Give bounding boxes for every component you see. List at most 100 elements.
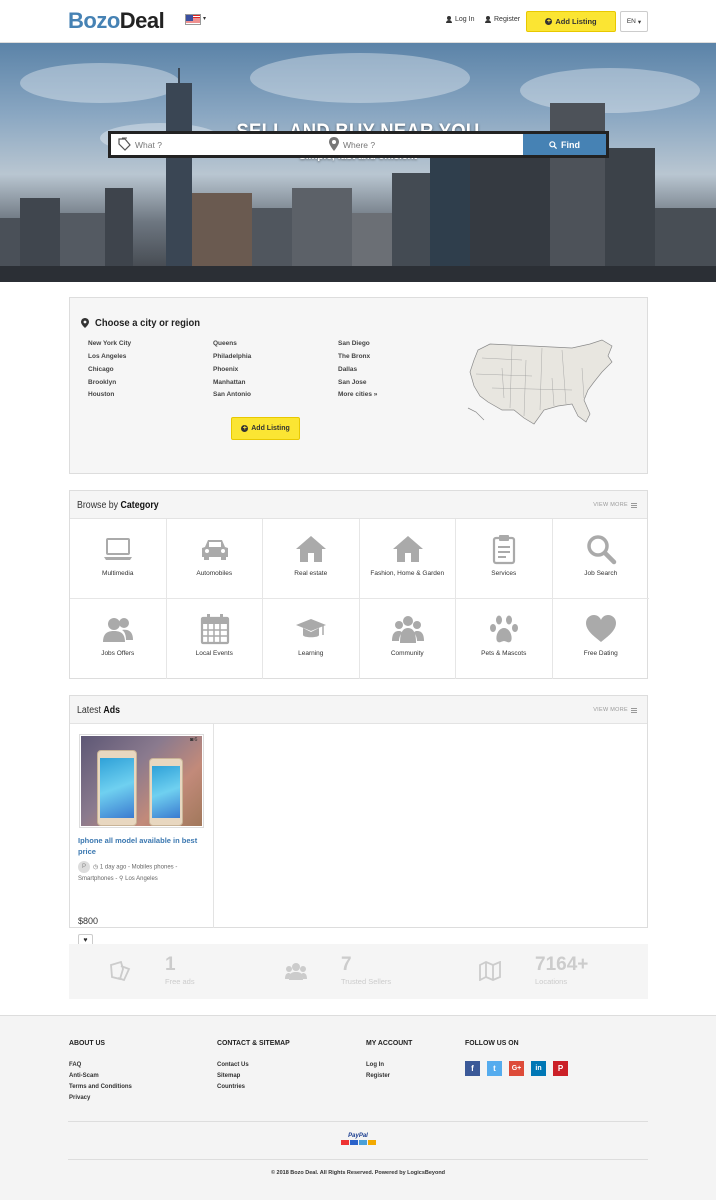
add-listing-button[interactable]: + Add Listing: [231, 417, 300, 440]
category-free-dating[interactable]: Free Dating: [553, 599, 650, 679]
ad-card[interactable]: ◙ 6 Iphone all model available in best pr…: [70, 724, 214, 946]
linkedin-icon[interactable]: in: [531, 1061, 546, 1076]
category-learning[interactable]: Learning: [263, 599, 360, 679]
latest-ads-title: Latest Ads: [77, 705, 121, 716]
where-input[interactable]: Where ?: [327, 134, 527, 155]
plus-circle-icon: +: [241, 425, 249, 432]
ad-location-link[interactable]: Los Angeles: [125, 876, 158, 882]
calendar-icon: [200, 614, 229, 645]
car-icon: [201, 540, 228, 560]
map-icon: [479, 961, 501, 981]
ad-image[interactable]: ◙ 6: [79, 734, 204, 828]
category-panel: Browse by Category VIEW MORE Multimedia …: [69, 490, 650, 679]
category-job-search[interactable]: Job Search: [552, 519, 649, 599]
what-input[interactable]: What ?: [111, 134, 319, 155]
search-icon: [586, 535, 616, 565]
city-link[interactable]: Brooklyn: [88, 379, 116, 386]
avatar[interactable]: P: [78, 861, 90, 873]
camera-icon: ◙: [190, 737, 194, 743]
city-link[interactable]: Queens: [213, 340, 237, 347]
twitter-icon[interactable]: t: [487, 1061, 502, 1076]
house-icon: [296, 536, 326, 562]
google-plus-icon[interactable]: G+: [509, 1061, 524, 1076]
paw-icon: [490, 615, 518, 643]
footer-link-terms[interactable]: Terms and Conditions: [69, 1082, 132, 1093]
ad-meta: P ◷ 1 day ago - Mobiles phones - Smartpho…: [78, 861, 208, 885]
us-flag-icon[interactable]: [185, 14, 201, 25]
category-services[interactable]: Services: [456, 519, 553, 599]
city-link[interactable]: Philadelphia: [213, 353, 251, 360]
city-link[interactable]: San Antonio: [213, 391, 251, 398]
footer-link-sitemap[interactable]: Sitemap: [217, 1071, 296, 1082]
footer-contact: CONTACT & SITEMAP Contact Us Sitemap Cou…: [217, 1038, 296, 1093]
view-more-ads-link[interactable]: VIEW MORE: [593, 707, 637, 713]
city-link[interactable]: Manhattan: [213, 379, 246, 386]
copyright-text: © 2018 Bozo Deal. All Rights Reserved. P…: [270, 1170, 446, 1176]
login-link[interactable]: Log In: [446, 16, 474, 23]
add-listing-button[interactable]: + Add Listing: [526, 11, 616, 32]
search-bar: What ? Where ? Find: [108, 131, 609, 158]
footer-link-contact-us[interactable]: Contact Us: [217, 1060, 296, 1071]
paypal-icon: PayPal: [339, 1133, 377, 1149]
footer-link-privacy[interactable]: Privacy: [69, 1093, 132, 1104]
find-button[interactable]: Find: [523, 134, 606, 155]
city-link[interactable]: San Jose: [338, 379, 367, 386]
category-community[interactable]: Community: [360, 599, 456, 679]
category-pets-mascots[interactable]: Pets & Mascots: [456, 599, 553, 679]
footer-about: ABOUT US FAQ Anti-Scam Terms and Conditi…: [69, 1038, 132, 1104]
category-real-estate[interactable]: Real estate: [263, 519, 360, 599]
category-section-title: Browse by Category: [77, 500, 159, 511]
users-icon: [285, 963, 307, 980]
category-local-events[interactable]: Local Events: [167, 599, 263, 679]
laptop-icon: [104, 538, 132, 560]
city-region-panel: Choose a city or region New York City Lo…: [69, 297, 648, 474]
ads-icon: [110, 961, 131, 981]
city-link[interactable]: Dallas: [338, 366, 357, 373]
heart-icon: ♥: [83, 936, 88, 944]
site-footer: ABOUT US FAQ Anti-Scam Terms and Conditi…: [0, 1015, 716, 1200]
language-select[interactable]: EN ▾: [620, 11, 648, 32]
pinterest-icon[interactable]: P: [553, 1061, 568, 1076]
city-link[interactable]: Los Angeles: [88, 353, 126, 360]
footer-link-countries[interactable]: Countries: [217, 1082, 296, 1093]
footer-divider: [68, 1121, 648, 1122]
list-icon: [631, 707, 637, 713]
caret-down-icon: ▾: [637, 18, 642, 26]
footer-link-faq[interactable]: FAQ: [69, 1060, 132, 1071]
map-marker-icon: ⚲: [119, 875, 124, 882]
caret-down-icon[interactable]: ▾: [203, 15, 206, 22]
city-link[interactable]: Houston: [88, 391, 114, 398]
facebook-icon[interactable]: f: [465, 1061, 480, 1076]
city-link[interactable]: Phoenix: [213, 366, 238, 373]
ad-title-link[interactable]: Iphone all model available in best price: [78, 835, 206, 857]
category-fashion-home-garden[interactable]: Fashion, Home & Garden: [359, 519, 456, 599]
category-multimedia[interactable]: Multimedia: [70, 519, 167, 599]
footer-link-login[interactable]: Log In: [366, 1060, 416, 1071]
footer-link-register[interactable]: Register: [366, 1071, 416, 1082]
home-icon: [392, 536, 423, 562]
footer-divider: [68, 1159, 648, 1160]
category-jobs-offers[interactable]: Jobs Offers: [70, 599, 167, 679]
site-logo[interactable]: BozoDeal: [68, 9, 165, 33]
more-cities-link[interactable]: More cities »: [338, 391, 377, 398]
latest-ads-panel: Latest Ads VIEW MORE ◙ 6 Iphone all model…: [69, 695, 648, 946]
heart-icon: [585, 615, 616, 642]
usa-map[interactable]: [462, 338, 622, 428]
register-link[interactable]: Register: [485, 16, 520, 23]
city-link[interactable]: New York City: [88, 340, 131, 347]
city-section-title: Choose a city or region: [95, 317, 201, 329]
city-link[interactable]: San Diego: [338, 340, 370, 347]
city-link[interactable]: The Bronx: [338, 353, 370, 360]
photo-count-badge: ◙ 6: [190, 737, 198, 743]
map-marker-icon: [81, 318, 89, 328]
footer-link-anti-scam[interactable]: Anti-Scam: [69, 1071, 132, 1082]
user-plus-icon: [485, 16, 491, 23]
city-link[interactable]: Chicago: [88, 366, 114, 373]
category-automobiles[interactable]: Automobiles: [166, 519, 263, 599]
clipboard-icon: [492, 535, 516, 565]
footer-account: MY ACCOUNT Log In Register: [366, 1038, 416, 1082]
view-more-categories-link[interactable]: VIEW MORE: [593, 502, 637, 508]
group-icon: [391, 616, 424, 643]
footer-follow: FOLLOW US ON: [465, 1038, 519, 1047]
user-icon: [446, 16, 452, 23]
